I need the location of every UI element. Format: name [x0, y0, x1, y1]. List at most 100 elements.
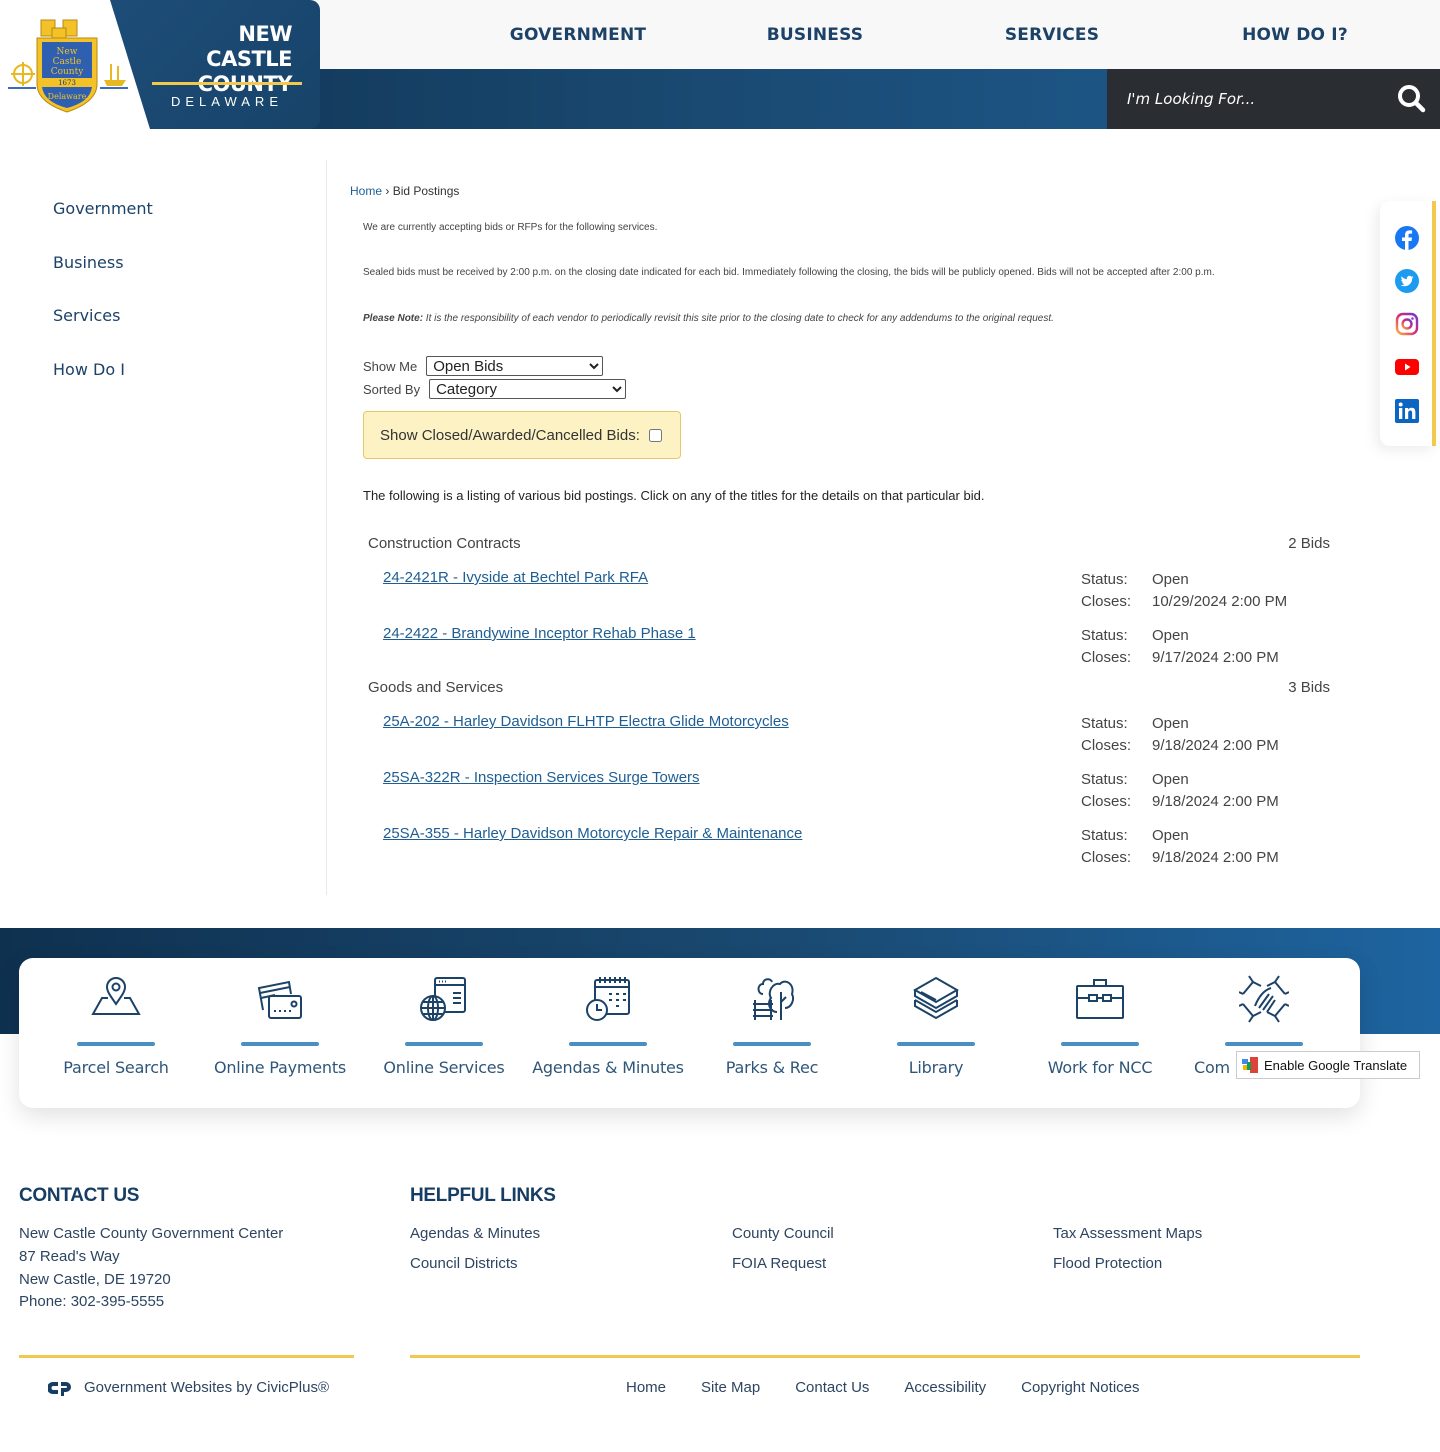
brand-title[interactable]: NEW CASTLE COUNTY [150, 22, 293, 97]
breadcrumb-home[interactable]: Home [350, 184, 382, 198]
quick-link-online-services[interactable]: Online Services [362, 958, 526, 1108]
map-pin-icon [91, 977, 141, 1015]
sealed-bids-paragraph: Sealed bids must be received by 2:00 p.m… [363, 267, 1215, 278]
closes-label: Closes: [1081, 849, 1132, 866]
footer-link-agendas[interactable]: Agendas & Minutes [410, 1225, 540, 1242]
footer-divider-right [410, 1355, 1360, 1358]
bid-title-link[interactable]: 25SA-322R - Inspection Services Surge To… [383, 769, 700, 786]
main-nav: GOVERNMENT BUSINESS SERVICES HOW DO I? [460, 0, 1440, 69]
bid-title-link[interactable]: 25SA-355 - Harley Davidson Motorcycle Re… [383, 825, 802, 842]
quick-link-work-for-ncc[interactable]: Work for NCC [1018, 958, 1182, 1108]
footer-link-council-districts[interactable]: Council Districts [410, 1255, 518, 1272]
quick-link-label: Library [908, 1058, 964, 1077]
county-seal-logo[interactable]: New Castle County 1673 Delaware [8, 14, 128, 118]
quick-link-underline [733, 1042, 811, 1046]
contact-line: 87 Read's Way [19, 1248, 120, 1265]
quick-link-parks-rec[interactable]: Parks & Rec [690, 958, 854, 1108]
search-input[interactable] [1127, 90, 1387, 108]
footer-bottom-nav: Home Site Map Contact Us Accessibility C… [626, 1379, 1140, 1396]
quick-link-parcel-search[interactable]: Parcel Search [34, 958, 198, 1108]
svg-text:County: County [51, 67, 85, 77]
bid-row: 25SA-322R - Inspection Services Surge To… [368, 769, 1330, 825]
breadcrumb-current: Bid Postings [392, 184, 460, 198]
bid-title-link[interactable]: 24-2422 - Brandywine Inceptor Rehab Phas… [383, 625, 696, 642]
contact-phone: Phone: 302-395-5555 [19, 1293, 165, 1310]
footer-nav-site-map[interactable]: Site Map [701, 1379, 760, 1396]
footer-link-flood-protection[interactable]: Flood Protection [1053, 1255, 1162, 1272]
nav-services[interactable]: SERVICES [934, 0, 1170, 69]
footer-link-county-council[interactable]: County Council [732, 1225, 834, 1242]
footer-link-foia[interactable]: FOIA Request [732, 1255, 826, 1272]
closed-bids-checkbox[interactable] [648, 428, 662, 442]
bid-meta: Status: Open Closes: 9/18/2024 2:00 PM [1081, 769, 1279, 813]
bid-row: 24-2421R - Ivyside at Bechtel Park RFA S… [368, 569, 1330, 625]
category-count: 2 Bids [1288, 535, 1330, 552]
youtube-icon[interactable] [1395, 355, 1419, 379]
footer-nav-home[interactable]: Home [626, 1379, 666, 1396]
footer-nav-accessibility[interactable]: Accessibility [904, 1379, 986, 1396]
listing-note: The following is a listing of various bi… [363, 488, 985, 503]
civicplus-link[interactable]: Government Websites by CivicPlus® [48, 1379, 329, 1396]
quick-link-library[interactable]: Library [854, 958, 1018, 1108]
handshake-icon [1239, 975, 1289, 1023]
park-bench-tree-icon [753, 978, 795, 1020]
nav-government[interactable]: GOVERNMENT [460, 0, 696, 69]
google-translate-icon [1242, 1057, 1258, 1073]
please-note-paragraph: Please Note: It is the responsibility of… [363, 313, 1054, 324]
facebook-icon[interactable] [1395, 226, 1419, 250]
google-translate-button[interactable]: Enable Google Translate [1236, 1051, 1420, 1079]
category-name: Construction Contracts [368, 535, 521, 552]
sidebar-item-how-do-i[interactable]: How Do I [53, 360, 125, 379]
sidebar-item-services[interactable]: Services [53, 306, 120, 325]
sorted-by-label: Sorted By [363, 381, 421, 397]
quick-link-label: Online Services [383, 1058, 505, 1077]
footer-nav-copyright[interactable]: Copyright Notices [1021, 1379, 1139, 1396]
bid-title-link[interactable]: 25A-202 - Harley Davidson FLHTP Electra … [383, 713, 789, 730]
closes-value: 9/18/2024 2:00 PM [1152, 793, 1279, 810]
category-count: 3 Bids [1288, 679, 1330, 696]
sidebar-item-business[interactable]: Business [53, 253, 124, 272]
status-value: Open [1152, 827, 1189, 844]
svg-text:Castle: Castle [53, 57, 82, 67]
nav-business[interactable]: BUSINESS [696, 0, 934, 69]
sidebar-item-government[interactable]: Government [53, 199, 153, 218]
footer-nav-contact-us[interactable]: Contact Us [795, 1379, 869, 1396]
quick-link-underline [77, 1042, 155, 1046]
quick-link-online-payments[interactable]: Online Payments [198, 958, 362, 1108]
sorted-by-select[interactable]: Category [429, 379, 627, 399]
show-me-select[interactable]: Open Bids [426, 356, 604, 376]
category-name: Goods and Services [368, 679, 504, 696]
quick-link-agendas-minutes[interactable]: Agendas & Minutes [526, 958, 690, 1108]
category-header: Construction Contracts 2 Bids [368, 535, 1330, 552]
show-me-label: Show Me [363, 358, 418, 374]
bid-row: 25SA-355 - Harley Davidson Motorcycle Re… [368, 825, 1330, 881]
quick-link-underline [1061, 1042, 1139, 1046]
breadcrumb-separator: › [385, 184, 390, 198]
quick-link-label: Online Payments [213, 1058, 347, 1077]
search-icon[interactable] [1396, 83, 1426, 113]
quick-link-label: Agendas & Minutes [532, 1058, 684, 1077]
bid-meta: Status: Open Closes: 9/18/2024 2:00 PM [1081, 713, 1279, 757]
status-label: Status: [1081, 715, 1128, 732]
civicplus-label: Government Websites by CivicPlus® [84, 1379, 330, 1396]
nav-how-do-i[interactable]: HOW DO I? [1170, 0, 1420, 69]
footer-link-tax-maps[interactable]: Tax Assessment Maps [1053, 1225, 1202, 1242]
sorted-by-row: Sorted By Category [363, 379, 627, 399]
bid-row: 24-2422 - Brandywine Inceptor Rehab Phas… [368, 625, 1330, 681]
bid-meta: Status: Open Closes: 10/29/2024 2:00 PM [1081, 569, 1287, 613]
twitter-icon[interactable] [1395, 269, 1419, 293]
instagram-icon[interactable] [1395, 312, 1419, 336]
quick-link-underline [569, 1042, 647, 1046]
status-label: Status: [1081, 771, 1128, 788]
civicplus-logo-icon [48, 1381, 71, 1396]
linkedin-icon[interactable] [1395, 399, 1419, 423]
closed-bids-toggle-box: Show Closed/Awarded/Cancelled Bids: [363, 411, 681, 459]
bid-row: 25A-202 - Harley Davidson FLHTP Electra … [368, 713, 1330, 769]
quick-link-label: Parcel Search [63, 1058, 169, 1077]
quick-link-community[interactable]: Com [1182, 958, 1346, 1108]
closes-value: 9/18/2024 2:00 PM [1152, 737, 1279, 754]
quick-link-label: Parks & Rec [725, 1058, 819, 1077]
category-header: Goods and Services 3 Bids [368, 679, 1330, 696]
contact-line: New Castle, DE 19720 [19, 1271, 171, 1288]
bid-title-link[interactable]: 24-2421R - Ivyside at Bechtel Park RFA [383, 569, 648, 586]
